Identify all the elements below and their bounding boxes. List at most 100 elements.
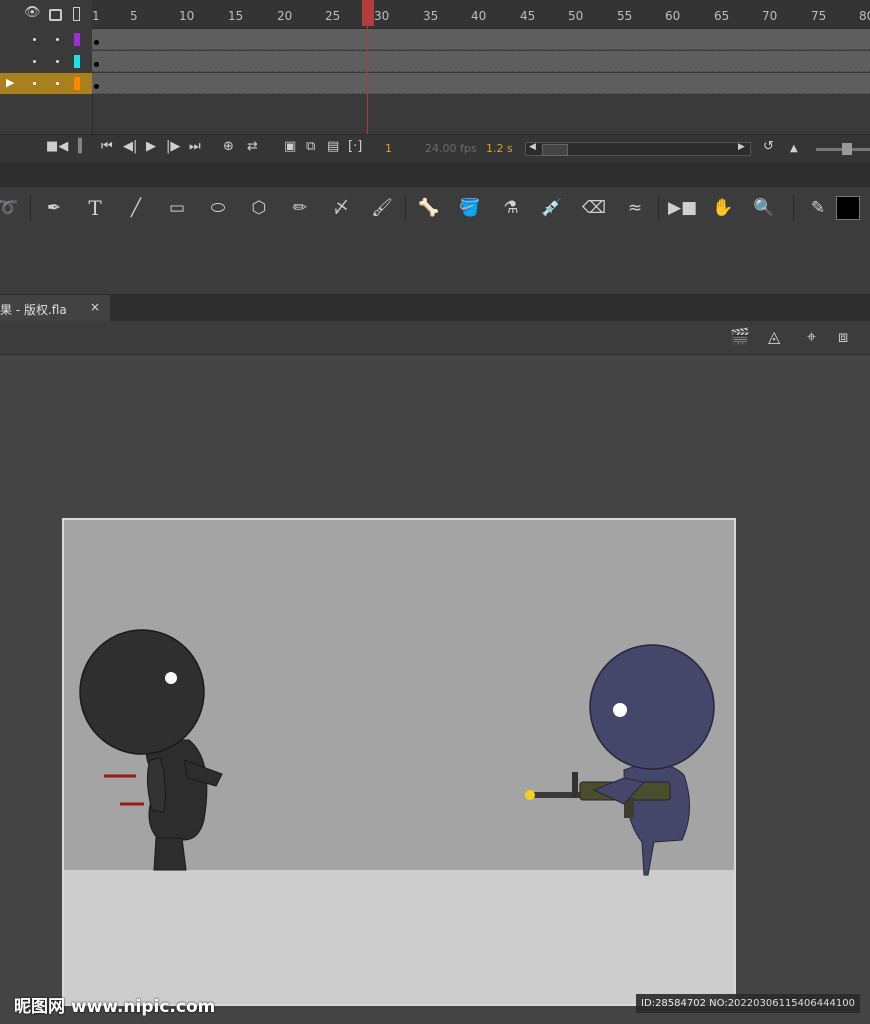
text-icon[interactable]: T [81,196,109,220]
lasso-icon[interactable]: ➰ [0,196,22,220]
stage-canvas[interactable] [62,518,736,1006]
frame-size-slider[interactable] [816,143,870,155]
ruler-label: 55 [617,9,633,23]
ruler-label: 25 [325,9,341,23]
stroke-color-icon[interactable]: ✎ [804,196,832,220]
layer-row[interactable] [0,29,870,51]
ink-bottle-icon[interactable]: ⚗ [497,196,525,220]
keyframe[interactable] [94,84,99,89]
visibility-dot[interactable] [33,38,36,41]
close-icon[interactable]: × [90,300,100,314]
layer-color-chip[interactable] [74,77,80,90]
ruler-label: 5 [130,9,138,23]
layer-color-chip[interactable] [74,33,80,46]
lock-dot[interactable] [56,38,59,41]
zoom-icon[interactable]: 🔍 [750,196,778,220]
ruler-label: 10 [179,9,195,23]
loop-playback-icon[interactable]: ↺ [763,139,774,154]
tool-separator [658,195,659,221]
ruler-label: 40 [471,9,487,23]
width-tool-icon[interactable]: ≈ [621,196,649,220]
fps-readout[interactable]: 24.00 fps [425,142,477,155]
go-to-last-frame-icon[interactable]: ⏭ [189,139,201,154]
document-tab-label: 效果 - 版权.fla [0,303,67,317]
modify-markers-icon[interactable]: [·] [348,139,362,154]
clapperboard-icon[interactable]: 🎬 [730,327,750,346]
tool-separator [30,195,31,221]
visibility-dot[interactable] [33,82,36,85]
symbol-edit-icon[interactable]: ◬ [768,327,780,346]
camera-icon[interactable]: ▶■ [668,196,697,220]
center-stage-icon[interactable]: ⌖ [807,327,816,347]
play-icon[interactable]: ▶ [146,139,156,154]
onion-skin-icon[interactable]: ▣ [284,139,296,154]
keyframe[interactable] [94,62,99,67]
visibility-dot[interactable] [33,60,36,63]
timeline-scrollbar[interactable]: ◀ ▶ [525,142,751,156]
pencil-icon[interactable]: ✏ [286,196,314,220]
hand-icon[interactable]: ✋ [709,196,737,220]
ruler-label: 35 [423,9,439,23]
frame-span[interactable] [92,51,870,72]
go-to-first-frame-icon[interactable]: ⏮ [101,139,113,154]
scroll-right-icon[interactable]: ▶ [738,142,745,152]
rectangle-icon[interactable]: ▭ [163,196,191,220]
loop-icon[interactable]: ⇄ [247,139,258,154]
keyframe[interactable] [94,40,99,45]
center-frame-icon[interactable]: ⊕ [223,139,234,154]
onion-skin-outlines-icon[interactable]: ⧉ [306,139,315,154]
outline-icon[interactable] [73,7,80,21]
zoom-out-icon[interactable]: ▲ [790,143,798,154]
playhead[interactable] [362,0,374,26]
tools-panel: ➰ ✒ T ╱ ▭ ⬭ ⬡ ✏ 〆 🖌 🦴 🪣 ⚗ 💉 ⌫ ≈ ▶■ ✋ 🔍 ✎ [0,187,870,295]
clip-content-icon[interactable]: ⧈ [838,327,848,347]
step-forward-icon[interactable]: |▶ [166,139,180,154]
ruler-label: 50 [568,9,584,23]
layer-row[interactable] [0,51,870,73]
current-frame-readout[interactable]: 1 [385,142,392,155]
frame-ruler[interactable]: 1 5 10 15 20 25 30 35 40 45 50 55 60 65 … [92,0,870,29]
paint-brush-icon[interactable]: 〆 [327,196,355,220]
camera-toggle-icon[interactable]: ■◀ [46,139,68,154]
paint-bucket-icon[interactable]: 🪣 [456,196,484,220]
frame-span[interactable] [92,29,870,50]
step-back-icon[interactable]: ◀| [123,139,137,154]
ruler-label: 65 [714,9,730,23]
timeline-controls: ■◀ ║ ⏮ ◀| ▶ |▶ ⏭ ⊕ ⇄ ▣ ⧉ ▤ [·] 1 24.00 f… [0,134,870,163]
fill-color-swatch[interactable] [836,196,860,220]
brush-icon[interactable]: 🖌 [368,196,396,220]
layer-depth-icon[interactable]: ║ [76,139,84,154]
line-icon[interactable]: ╱ [122,196,150,220]
scroll-thumb[interactable] [542,144,568,156]
floor [64,870,734,1004]
lock-icon[interactable] [49,9,62,21]
layer-row-selected[interactable]: ▶ [0,73,870,95]
pen-icon[interactable]: ✒ [40,196,68,220]
timeline-panel: 👁 1 5 10 15 20 25 30 35 40 45 50 55 60 6… [0,0,870,136]
ruler-label: 60 [665,9,681,23]
ruler-label: 80 [859,9,870,23]
frame-span[interactable] [92,73,870,94]
oval-icon[interactable]: ⬭ [204,196,232,220]
watermark-logo: 昵图网 www.nipic.com [14,997,216,1017]
bone-icon[interactable]: 🦴 [415,196,443,220]
eyedropper-icon[interactable]: 💉 [538,196,566,220]
lock-dot[interactable] [56,60,59,63]
polystar-icon[interactable]: ⬡ [245,196,273,220]
layer-color-chip[interactable] [74,55,80,68]
ruler-label: 70 [762,9,778,23]
scroll-left-icon[interactable]: ◀ [529,142,536,152]
panel-divider [0,162,870,187]
time-readout[interactable]: 1.2 s [486,142,513,155]
scene-artwork [64,520,734,1004]
stage-toolbar: 🎬 ◬ ⌖ ⧈ [0,321,870,355]
ruler-label: 15 [228,9,244,23]
lock-dot[interactable] [56,82,59,85]
slider-knob[interactable] [842,143,852,155]
edit-multiple-frames-icon[interactable]: ▤ [327,139,339,154]
document-tab[interactable]: 效果 - 版权.fla × [0,295,110,321]
eraser-icon[interactable]: ⌫ [580,196,608,220]
eye-icon[interactable]: 👁 [24,5,41,20]
tool-separator [793,195,794,221]
ruler-label: 30 [374,9,390,23]
